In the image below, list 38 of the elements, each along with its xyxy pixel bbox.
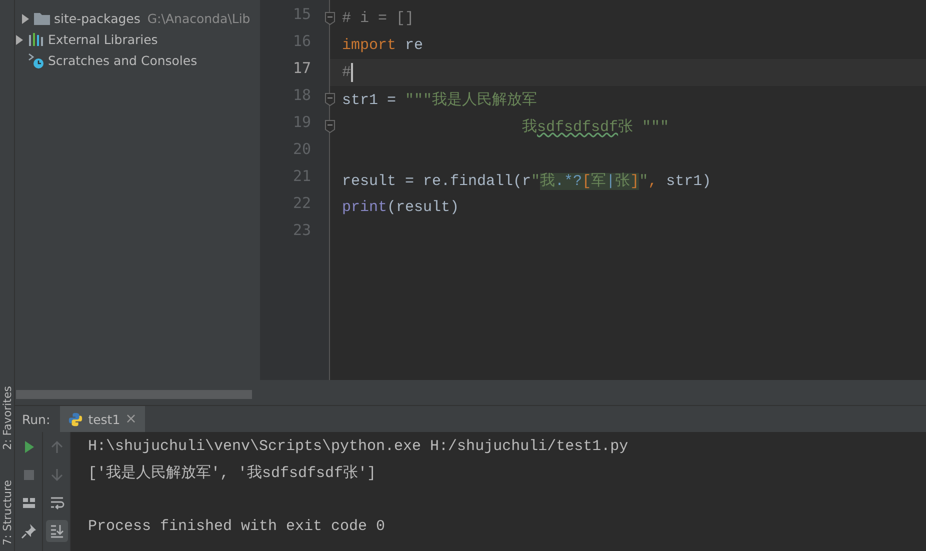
expand-arrow-icon[interactable] [15, 34, 24, 44]
run-tab[interactable]: test1 × [60, 406, 145, 432]
scroll-to-end-button[interactable] [46, 520, 68, 542]
scrollbar[interactable] [16, 390, 252, 399]
code-line: 我sdfsdfsdf张 """ [521, 118, 670, 136]
folder-icon [34, 12, 50, 25]
up-arrow-icon [48, 439, 64, 455]
libraries-icon [28, 33, 44, 46]
console-line: H:\shujuchuli\venv\Scripts\python.exe H:/shujuchuli/test1.py [88, 437, 630, 457]
close-icon[interactable]: × [125, 411, 137, 427]
code-line: # i = [] [342, 10, 414, 27]
soft-wrap-icon [48, 495, 64, 511]
tool-window-label[interactable]: 7: Structure [0, 480, 14, 545]
tree-item-path: G:\Anaconda\Lib [147, 11, 250, 26]
code-line: print(result) [342, 199, 460, 216]
fold-marker-icon[interactable] [325, 93, 335, 106]
console-line: Process finished with exit code 0 [88, 516, 386, 536]
code-line: import re [342, 37, 424, 54]
expand-arrow-icon[interactable] [21, 14, 30, 24]
tree-item-label[interactable]: Scratches and Consoles [48, 53, 198, 68]
python-icon [68, 412, 84, 426]
scratch-clock-icon [28, 52, 44, 68]
line-number: 17 [292, 59, 312, 79]
run-label: Run: [22, 412, 50, 426]
tree-item-label[interactable]: site-packages [54, 11, 140, 26]
console-line: ['我是人民解放军', '我sdfsdfsdf张'] [88, 464, 378, 484]
pin-icon [20, 523, 36, 539]
code-line: # [342, 64, 352, 81]
tool-window-label[interactable]: 2: Favorites [0, 386, 14, 450]
code-line: str1 = """我是人民解放军 [342, 90, 538, 109]
down-arrow-icon [48, 467, 64, 483]
layout-icon [20, 495, 36, 511]
fold-marker-icon[interactable] [325, 120, 335, 133]
text-cursor [351, 63, 354, 82]
tree-item-label[interactable]: External Libraries [48, 32, 158, 47]
scroll-to-end-icon [48, 523, 64, 539]
code-line: result = re.findall(r"我.*?[军|张]", str1) [342, 172, 712, 190]
fold-marker-icon[interactable] [325, 12, 335, 25]
